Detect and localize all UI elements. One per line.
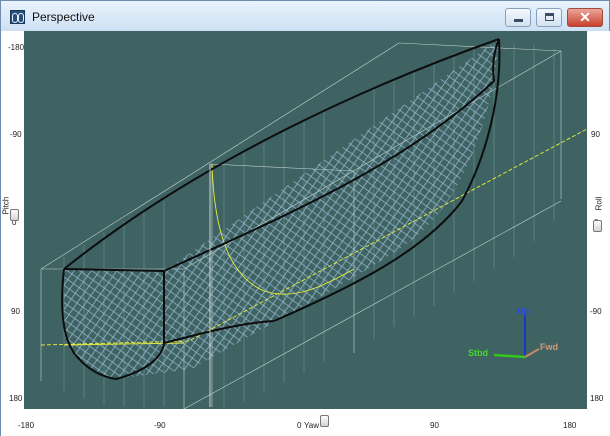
maximize-icon [545,13,554,21]
hull-render [40,38,587,409]
starboard-axis-label: Stbd [468,348,488,358]
window-title: Perspective [32,10,95,24]
pitch-tick-label: 90 [11,307,20,316]
yaw-tick-label: -90 [154,421,166,430]
orientation-widget [493,313,540,359]
roll-axis-label: Roll [594,196,604,211]
roll-ruler[interactable]: 90 0 -90 180 Roll [587,31,610,419]
minimize-icon [514,19,523,22]
yaw-tick-label: 90 [430,421,439,430]
yaw-axis-label: Yaw [304,421,319,430]
close-icon: ✕ [579,9,591,25]
pitch-tick-label: -180 [8,43,25,52]
up-axis-label: Up [517,306,529,316]
pitch-slider-thumb[interactable] [10,209,19,221]
yaw-slider-thumb[interactable] [320,415,329,427]
yaw-tick-label: 180 [563,421,577,430]
hull-surface [64,39,499,379]
app-icon [10,10,25,24]
roll-tick-label: 90 [591,130,600,139]
yaw-ruler[interactable]: -180 -90 0 Yaw 90 180 [1,409,610,436]
pitch-tick-label: 180 [9,394,23,403]
title-bar[interactable]: Perspective ✕ [1,1,609,31]
roll-tick-label: -90 [590,307,602,316]
perspective-viewport[interactable]: Up Stbd Fwd [24,31,587,409]
maximize-button[interactable] [536,8,562,27]
roll-tick-label: 180 [590,394,604,403]
forward-axis-label: Fwd [540,342,558,352]
yaw-tick-label: -180 [18,421,35,430]
pitch-tick-label: -90 [10,130,22,139]
yaw-tick-label: 0 [297,421,302,430]
perspective-window: Perspective ✕ -180 -90 0 90 180 Pitch 90… [0,0,610,436]
pitch-ruler[interactable]: -180 -90 0 90 180 Pitch [1,31,24,419]
minimize-button[interactable] [505,8,531,27]
starboard-axis [493,353,526,359]
roll-slider-thumb[interactable] [593,220,602,232]
close-button[interactable]: ✕ [567,8,603,27]
forward-axis [524,348,540,358]
